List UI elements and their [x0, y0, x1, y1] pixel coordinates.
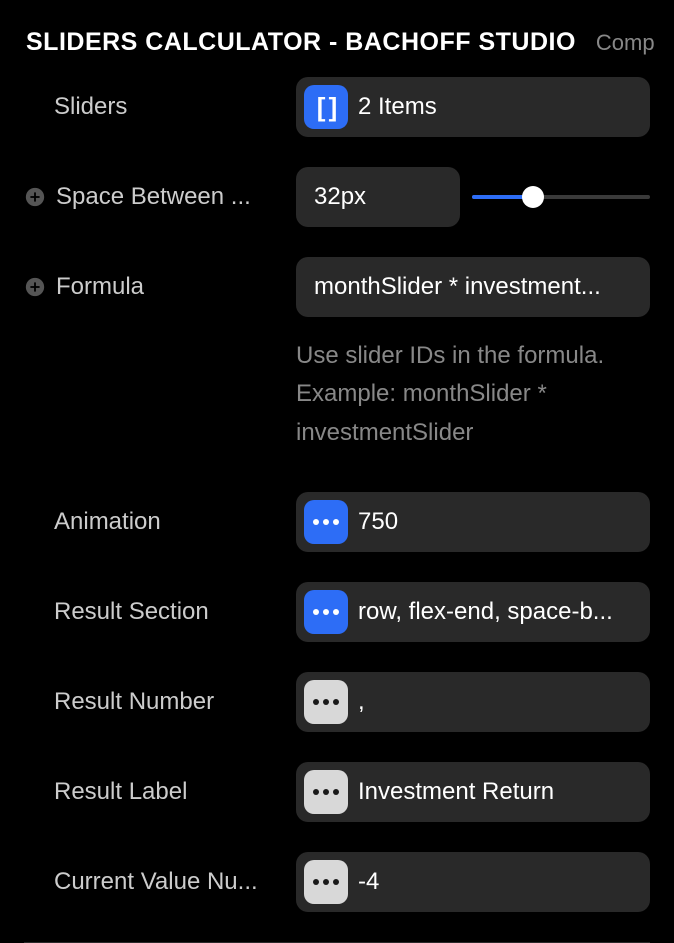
result-label-value: Investment Return	[348, 778, 564, 806]
label-text: Result Number	[54, 688, 214, 716]
formula-help-text: Use slider IDs in the formula. Example: …	[24, 337, 650, 452]
row-space-between: Space Between ... 32px	[24, 167, 650, 227]
row-result-section: Result Section row, flex-end, space-b...	[24, 582, 650, 642]
value-col: monthSlider * investment...	[296, 257, 650, 317]
label-text: Animation	[54, 508, 161, 536]
label-result-label: Result Label	[24, 778, 296, 806]
label-text: Formula	[56, 273, 144, 301]
slider-thumb[interactable]	[522, 186, 544, 208]
row-animation: Animation 750	[24, 492, 650, 552]
value-col: ,	[296, 672, 650, 732]
result-section-field[interactable]: row, flex-end, space-b...	[296, 582, 650, 642]
value-col: 32px	[296, 167, 650, 227]
current-value-field[interactable]: -4	[296, 852, 650, 912]
value-col: [ ] 2 Items	[296, 77, 650, 137]
properties-panel: Sliders [ ] 2 Items Space Between ... 32…	[0, 77, 674, 943]
value-col: -4	[296, 852, 650, 912]
label-sliders: Sliders	[24, 93, 296, 121]
more-icon	[304, 590, 348, 634]
result-section-value: row, flex-end, space-b...	[348, 598, 623, 626]
label-result-number: Result Number	[24, 688, 296, 716]
space-between-slider[interactable]	[472, 195, 650, 199]
array-icon: [ ]	[304, 85, 348, 129]
row-current-value: Current Value Nu... -4	[24, 852, 650, 912]
result-label-field[interactable]: Investment Return	[296, 762, 650, 822]
plus-circle-icon[interactable]	[24, 186, 46, 208]
row-result-label: Result Label Investment Return	[24, 762, 650, 822]
label-space-between: Space Between ...	[24, 183, 296, 211]
animation-value: 750	[348, 508, 408, 536]
more-icon	[304, 500, 348, 544]
more-icon	[304, 680, 348, 724]
value-col: row, flex-end, space-b...	[296, 582, 650, 642]
row-sliders: Sliders [ ] 2 Items	[24, 77, 650, 137]
label-text: Result Label	[54, 778, 187, 806]
panel-header: SLIDERS CALCULATOR - BACHOFF STUDIO Comp…	[0, 0, 674, 77]
more-icon	[304, 860, 348, 904]
formula-value: monthSlider * investment...	[304, 273, 611, 301]
sliders-value: 2 Items	[348, 93, 447, 121]
row-result-number: Result Number ,	[24, 672, 650, 732]
animation-field[interactable]: 750	[296, 492, 650, 552]
panel-title: SLIDERS CALCULATOR - BACHOFF STUDIO	[26, 28, 576, 57]
result-number-field[interactable]: ,	[296, 672, 650, 732]
space-between-input[interactable]: 32px	[296, 167, 460, 227]
label-text: Current Value Nu...	[54, 868, 258, 896]
more-icon	[304, 770, 348, 814]
sliders-field[interactable]: [ ] 2 Items	[296, 77, 650, 137]
row-formula: Formula monthSlider * investment...	[24, 257, 650, 317]
label-current-value: Current Value Nu...	[24, 868, 296, 896]
result-number-value: ,	[348, 688, 375, 716]
value-col: 750	[296, 492, 650, 552]
label-formula: Formula	[24, 273, 296, 301]
current-value-value: -4	[348, 868, 389, 896]
value-col: Investment Return	[296, 762, 650, 822]
plus-circle-icon[interactable]	[24, 276, 46, 298]
label-text: Sliders	[54, 93, 127, 121]
formula-input[interactable]: monthSlider * investment...	[296, 257, 650, 317]
label-text: Result Section	[54, 598, 209, 626]
label-animation: Animation	[24, 508, 296, 536]
label-result-section: Result Section	[24, 598, 296, 626]
space-between-value: 32px	[304, 183, 376, 211]
header-tab[interactable]: Componer	[596, 30, 654, 56]
label-text: Space Between ...	[56, 183, 251, 211]
